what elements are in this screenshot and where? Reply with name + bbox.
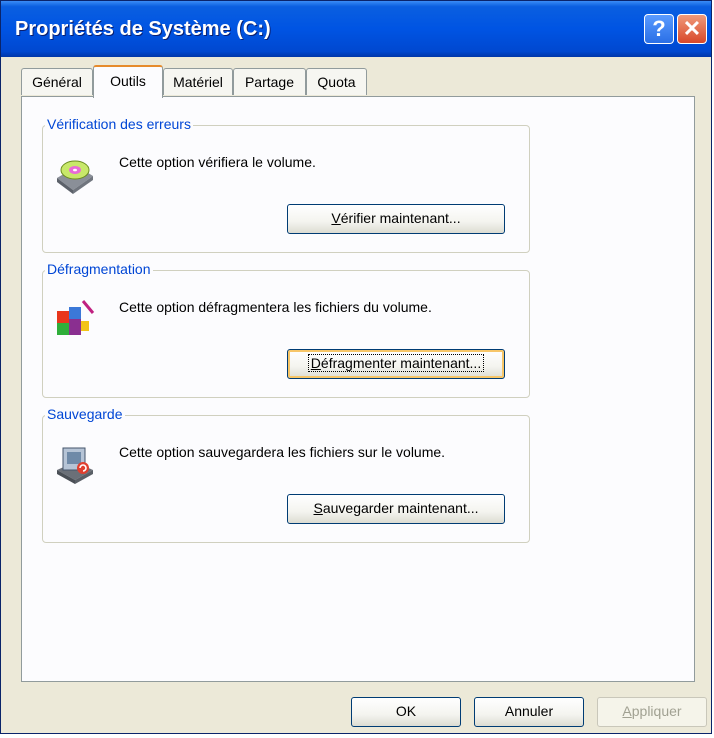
window-title: Propriétés de Système (C:) xyxy=(15,18,271,40)
disk-check-icon xyxy=(57,160,93,194)
check-now-button[interactable]: Vérifier maintenant... xyxy=(287,204,505,234)
tab-partage[interactable]: Partage xyxy=(233,68,306,95)
tools-tab-panel: Vérification des erreurs Cette option vé… xyxy=(21,96,695,682)
help-button[interactable]: ? xyxy=(644,14,674,44)
ok-button[interactable]: OK xyxy=(351,697,461,727)
group-legend: Vérification des erreurs xyxy=(45,116,193,132)
group-legend: Défragmentation xyxy=(45,261,153,277)
help-icon: ? xyxy=(652,16,666,41)
properties-dialog: Propriétés de Système (C:) ? ✕ Général O… xyxy=(0,0,712,734)
title-bar[interactable]: Propriétés de Système (C:) ? ✕ xyxy=(1,1,711,57)
group-description: Cette option sauvegardera les fichiers s… xyxy=(119,444,446,460)
tab-quota[interactable]: Quota xyxy=(306,68,367,95)
group-description: Cette option vérifiera le volume. xyxy=(119,154,316,170)
tab-general[interactable]: Général xyxy=(21,68,93,95)
cancel-button[interactable]: Annuler xyxy=(474,697,584,727)
defragment-now-button[interactable]: Défragmenter maintenant... xyxy=(287,349,505,379)
close-button[interactable]: ✕ xyxy=(677,14,707,44)
tab-materiel[interactable]: Matériel xyxy=(163,68,233,95)
error-checking-group: Vérification des erreurs Cette option vé… xyxy=(42,116,530,253)
apply-button[interactable]: Appliquer xyxy=(597,697,707,727)
group-description: Cette option défragmentera les fichiers … xyxy=(119,299,432,315)
defragmentation-group: Défragmentation Cette option défragmente… xyxy=(42,261,530,398)
close-icon: ✕ xyxy=(682,16,702,41)
backup-icon xyxy=(57,447,93,484)
group-legend: Sauvegarde xyxy=(45,406,125,422)
backup-group: Sauvegarde Cette option sauvegardera les… xyxy=(42,406,530,543)
tab-outils[interactable]: Outils xyxy=(93,65,163,98)
defrag-icon xyxy=(57,300,95,335)
backup-now-button[interactable]: Sauvegarder maintenant... xyxy=(287,494,505,524)
